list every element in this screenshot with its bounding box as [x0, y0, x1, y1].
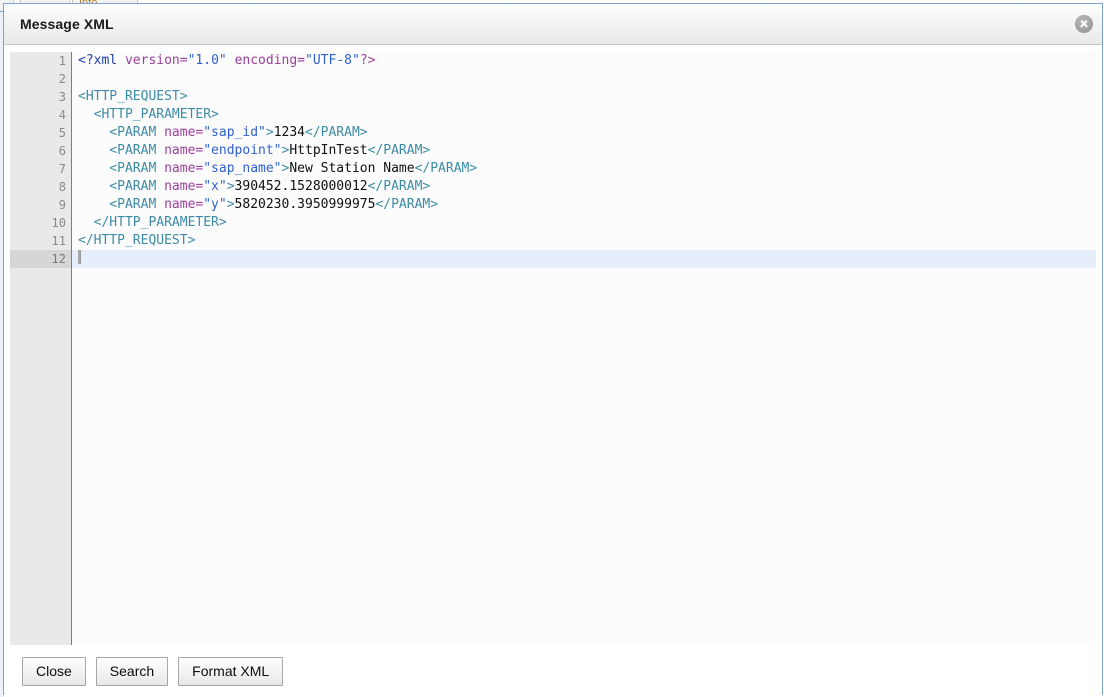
token-tag: <PARAM: [78, 179, 165, 194]
code-line-10[interactable]: </HTTP_PARAMETER>: [72, 214, 1096, 232]
token-text: New Station Name: [289, 161, 415, 176]
token-tag: </PARAM>: [367, 143, 431, 158]
message-xml-dialog: Message XML 123▼4▼56789101112 <?xml vers…: [3, 3, 1103, 697]
xml-code-editor[interactable]: 123▼4▼56789101112 <?xml version="1.0" en…: [10, 52, 1096, 645]
code-line-9[interactable]: <PARAM name="y">5820230.3950999975</PARA…: [72, 196, 1096, 214]
token-val: "sap_name": [203, 161, 282, 176]
code-line-7[interactable]: <PARAM name="sap_name">New Station Name<…: [72, 160, 1096, 178]
line-number-11[interactable]: 11: [10, 232, 71, 250]
token-tag: <HTTP_PARAMETER>: [78, 107, 219, 122]
token-tag: <PARAM: [78, 125, 165, 140]
token-tag: >: [265, 125, 274, 140]
code-line-8[interactable]: <PARAM name="x">390452.1528000012</PARAM…: [72, 178, 1096, 196]
token-val: "1.0": [187, 53, 227, 68]
code-line-3[interactable]: <HTTP_REQUEST>: [72, 88, 1096, 106]
line-number-5[interactable]: 5: [10, 124, 71, 142]
token-val: "sap_id": [203, 125, 266, 140]
code-line-5[interactable]: <PARAM name="sap_id">1234</PARAM>: [72, 124, 1096, 142]
token-tag: <PARAM: [78, 197, 165, 212]
line-number-gutter: 123▼4▼56789101112: [10, 52, 79, 645]
line-number-3[interactable]: 3▼: [10, 88, 79, 106]
token-tag: <PARAM: [78, 161, 165, 176]
line-number-2[interactable]: 2: [10, 70, 71, 88]
dialog-body: 123▼4▼56789101112 <?xml version="1.0" en…: [4, 45, 1102, 645]
token-val: "endpoint": [203, 143, 282, 158]
token-val: "UTF-8": [305, 53, 360, 68]
line-number-6[interactable]: 6: [10, 142, 71, 160]
dialog-header: Message XML: [4, 4, 1102, 45]
token-tag: </HTTP_REQUEST>: [78, 233, 196, 248]
token-attr: version=: [124, 53, 188, 68]
token-tag: </PARAM>: [414, 161, 478, 176]
token-tag: </PARAM>: [367, 179, 431, 194]
token-val: "y": [203, 197, 227, 212]
format-xml-button[interactable]: Format XML: [178, 656, 284, 686]
token-tag: <PARAM: [78, 143, 165, 158]
code-line-6[interactable]: <PARAM name="endpoint">HttpInTest</PARAM…: [72, 142, 1096, 160]
line-number-10[interactable]: 10: [10, 214, 71, 232]
token-punct: ?>: [359, 53, 376, 68]
token-text: 1234: [273, 125, 305, 140]
line-number-7[interactable]: 7: [10, 160, 71, 178]
code-line-4[interactable]: <HTTP_PARAMETER>: [72, 106, 1096, 124]
code-content-pane[interactable]: <?xml version="1.0" encoding="UTF-8"?> <H…: [72, 52, 1096, 645]
token-tag: >: [226, 179, 235, 194]
dialog-title: Message XML: [20, 16, 114, 32]
code-line-12[interactable]: [72, 250, 1096, 268]
token-attr: name=: [164, 125, 204, 140]
code-line-11[interactable]: </HTTP_REQUEST>: [72, 232, 1096, 250]
token-attr: name=: [164, 197, 204, 212]
line-number-1[interactable]: 1: [10, 52, 71, 70]
line-number-12[interactable]: 12: [10, 250, 71, 268]
token-text: HttpInTest: [289, 143, 368, 158]
search-button[interactable]: Search: [95, 656, 169, 686]
code-line-1[interactable]: <?xml version="1.0" encoding="UTF-8"?>: [72, 52, 1096, 70]
token-tag: </HTTP_PARAMETER>: [78, 215, 227, 230]
token-tag: <HTTP_REQUEST>: [78, 89, 188, 104]
token-attr: encoding=: [234, 53, 306, 68]
token-text: 5820230.3950999975: [234, 197, 376, 212]
close-circle-icon[interactable]: [1075, 15, 1093, 33]
text-cursor: [78, 250, 81, 264]
token-tag: >: [226, 197, 235, 212]
token-tag: </PARAM>: [305, 125, 368, 140]
code-line-2[interactable]: [72, 70, 1096, 88]
token-attr: name=: [164, 179, 204, 194]
line-number-9[interactable]: 9: [10, 196, 71, 214]
token-val: "x": [203, 179, 227, 194]
token-text: 390452.1528000012: [234, 179, 368, 194]
token-decl: <?xml: [78, 53, 125, 68]
token-tag: </PARAM>: [375, 197, 439, 212]
dialog-footer: Close Search Format XML: [4, 645, 1102, 697]
close-button[interactable]: Close: [22, 656, 86, 686]
token-attr: name=: [164, 161, 204, 176]
line-number-8[interactable]: 8: [10, 178, 71, 196]
token-attr: name=: [164, 143, 204, 158]
line-number-4[interactable]: 4▼: [10, 106, 79, 124]
